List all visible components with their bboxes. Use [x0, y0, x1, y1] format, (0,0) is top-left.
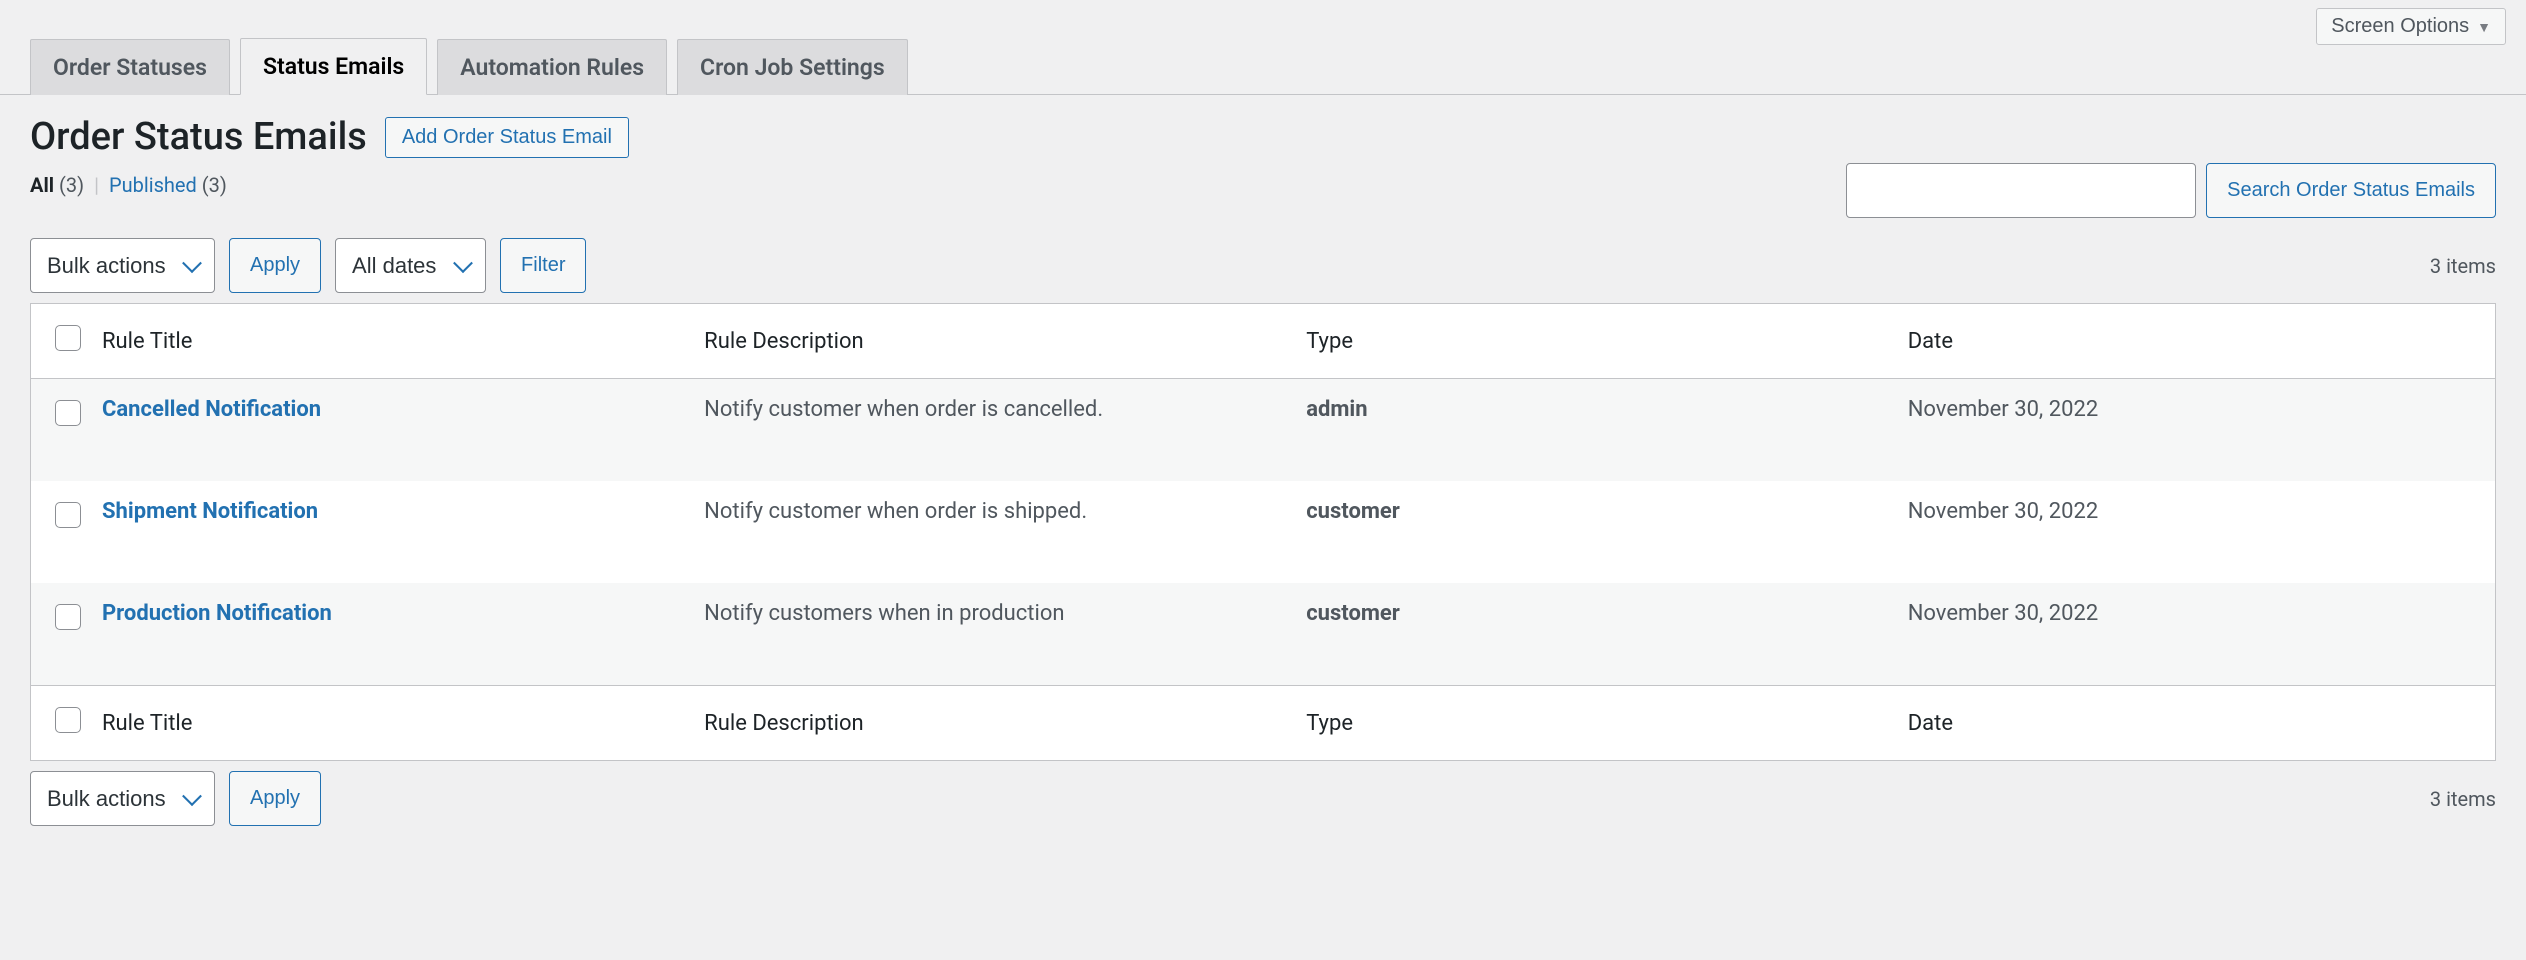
col-header-date[interactable]: Date — [1894, 304, 2496, 379]
filter-button[interactable]: Filter — [500, 238, 586, 293]
table-row: Shipment Notification Notify customer wh… — [31, 481, 2496, 583]
dates-filter-select[interactable]: All dates — [335, 238, 486, 293]
row-checkbox[interactable] — [55, 400, 81, 426]
tab-cron-job-settings[interactable]: Cron Job Settings — [677, 39, 908, 95]
bulk-actions-select-bottom[interactable]: Bulk actions — [30, 771, 215, 826]
view-all-count: (3) — [59, 173, 84, 197]
apply-button-bottom[interactable]: Apply — [229, 771, 321, 826]
table-row: Cancelled Notification Notify customer w… — [31, 379, 2496, 482]
chevron-down-icon: ▼ — [2477, 19, 2491, 35]
table-row: Production Notification Notify customers… — [31, 583, 2496, 686]
search-input[interactable] — [1846, 163, 2196, 218]
view-published-count: (3) — [202, 173, 227, 197]
separator: | — [90, 173, 103, 197]
view-published[interactable]: Published (3) — [109, 173, 227, 197]
row-checkbox[interactable] — [55, 502, 81, 528]
tab-label: Cron Job Settings — [700, 54, 885, 81]
tab-label: Status Emails — [263, 53, 404, 80]
status-emails-table: Rule Title Rule Description Type Date Ca… — [30, 303, 2496, 761]
row-title-link[interactable]: Cancelled Notification — [102, 397, 321, 422]
screen-options-button[interactable]: Screen Options ▼ — [2316, 8, 2506, 45]
select-all-top-checkbox[interactable] — [55, 325, 81, 351]
tab-label: Automation Rules — [460, 54, 644, 81]
screen-options-label: Screen Options — [2331, 15, 2469, 38]
items-count-bottom: 3 items — [2430, 787, 2496, 811]
col-footer-date[interactable]: Date — [1894, 686, 2496, 761]
row-title-link[interactable]: Production Notification — [102, 601, 332, 626]
col-footer-type[interactable]: Type — [1292, 686, 1894, 761]
row-type: customer — [1292, 481, 1894, 583]
tab-order-statuses[interactable]: Order Statuses — [30, 39, 230, 95]
row-description: Notify customer when order is shipped. — [690, 481, 1292, 583]
row-type: admin — [1292, 379, 1894, 482]
col-footer-description[interactable]: Rule Description — [690, 686, 1292, 761]
tab-automation-rules[interactable]: Automation Rules — [437, 39, 667, 95]
view-published-label: Published — [109, 173, 197, 197]
row-type: customer — [1292, 583, 1894, 686]
tab-label: Order Statuses — [53, 54, 207, 81]
row-title-link[interactable]: Shipment Notification — [102, 499, 318, 524]
view-all-label: All — [30, 173, 54, 197]
col-header-type[interactable]: Type — [1292, 304, 1894, 379]
tab-bar: Order Statuses Status Emails Automation … — [0, 37, 2526, 95]
col-header-title[interactable]: Rule Title — [88, 304, 690, 379]
view-all[interactable]: All (3) — [30, 173, 84, 197]
tab-status-emails[interactable]: Status Emails — [240, 38, 427, 95]
select-all-bottom-checkbox[interactable] — [55, 707, 81, 733]
row-description: Notify customer when order is cancelled. — [690, 379, 1292, 482]
row-date: November 30, 2022 — [1894, 379, 2496, 482]
row-date: November 30, 2022 — [1894, 583, 2496, 686]
items-count-top: 3 items — [2430, 254, 2496, 278]
search-button[interactable]: Search Order Status Emails — [2206, 163, 2496, 218]
bulk-actions-select-top[interactable]: Bulk actions — [30, 238, 215, 293]
row-checkbox[interactable] — [55, 604, 81, 630]
row-date: November 30, 2022 — [1894, 481, 2496, 583]
apply-button-top[interactable]: Apply — [229, 238, 321, 293]
col-header-description[interactable]: Rule Description — [690, 304, 1292, 379]
page-title: Order Status Emails — [30, 115, 367, 159]
row-description: Notify customers when in production — [690, 583, 1292, 686]
add-order-status-email-button[interactable]: Add Order Status Email — [385, 117, 629, 158]
col-footer-title[interactable]: Rule Title — [88, 686, 690, 761]
